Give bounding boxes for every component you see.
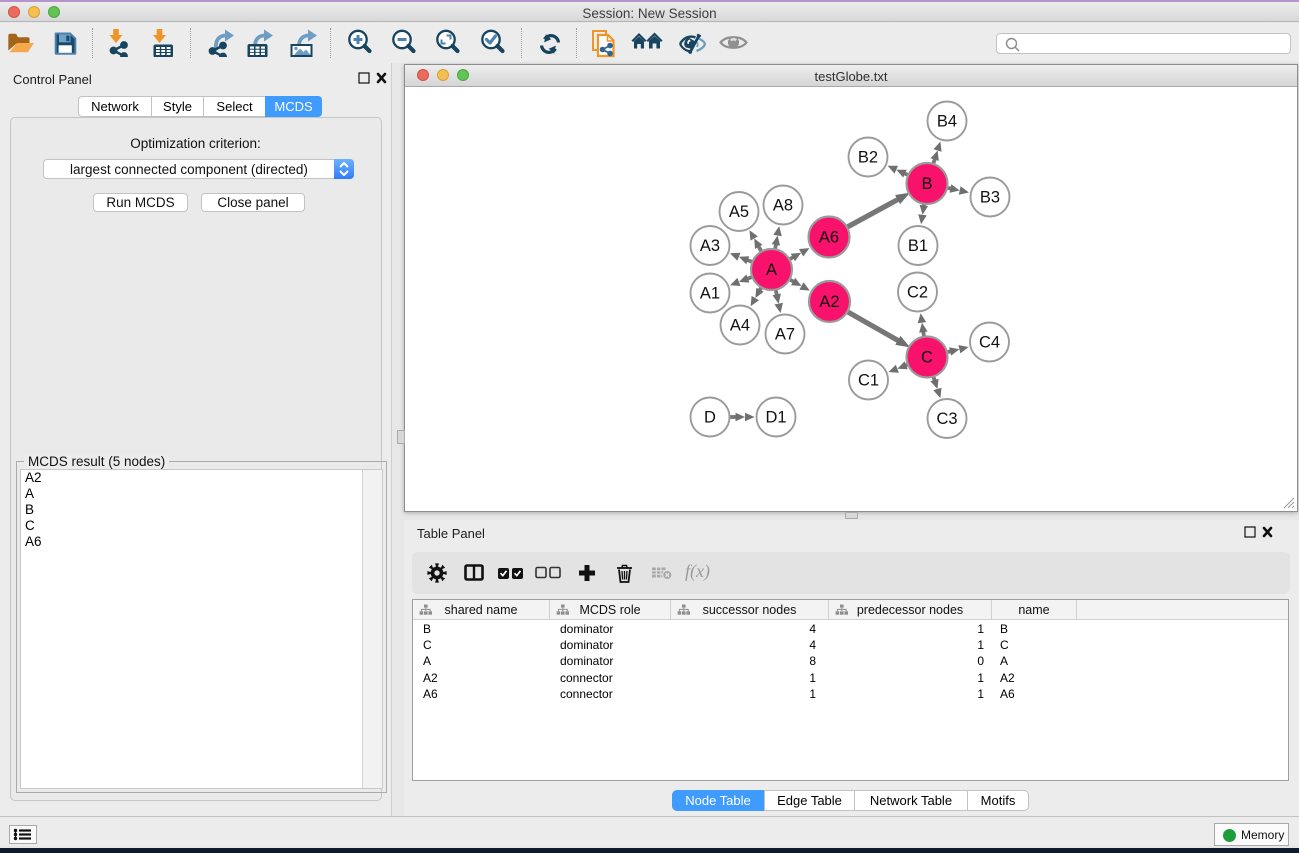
svg-text:A8: A8	[773, 197, 793, 215]
svg-text:C4: C4	[979, 334, 1000, 352]
svg-text:C2: C2	[907, 284, 928, 302]
svg-text:B: B	[921, 175, 932, 193]
svg-text:A7: A7	[775, 326, 795, 344]
svg-text:D: D	[704, 409, 716, 427]
svg-text:D1: D1	[765, 409, 786, 427]
svg-text:B2: B2	[858, 149, 878, 167]
svg-text:A3: A3	[700, 237, 720, 255]
svg-text:A2: A2	[819, 293, 839, 311]
svg-text:B3: B3	[980, 189, 1000, 207]
svg-text:A: A	[766, 261, 777, 279]
svg-text:A4: A4	[730, 317, 750, 335]
svg-text:B4: B4	[937, 113, 957, 131]
svg-text:C3: C3	[936, 410, 957, 428]
svg-text:C: C	[921, 349, 933, 367]
svg-text:B1: B1	[908, 237, 928, 255]
svg-text:A6: A6	[819, 229, 839, 247]
svg-text:C1: C1	[858, 372, 879, 390]
svg-text:A5: A5	[729, 203, 749, 221]
svg-text:A1: A1	[700, 285, 720, 303]
